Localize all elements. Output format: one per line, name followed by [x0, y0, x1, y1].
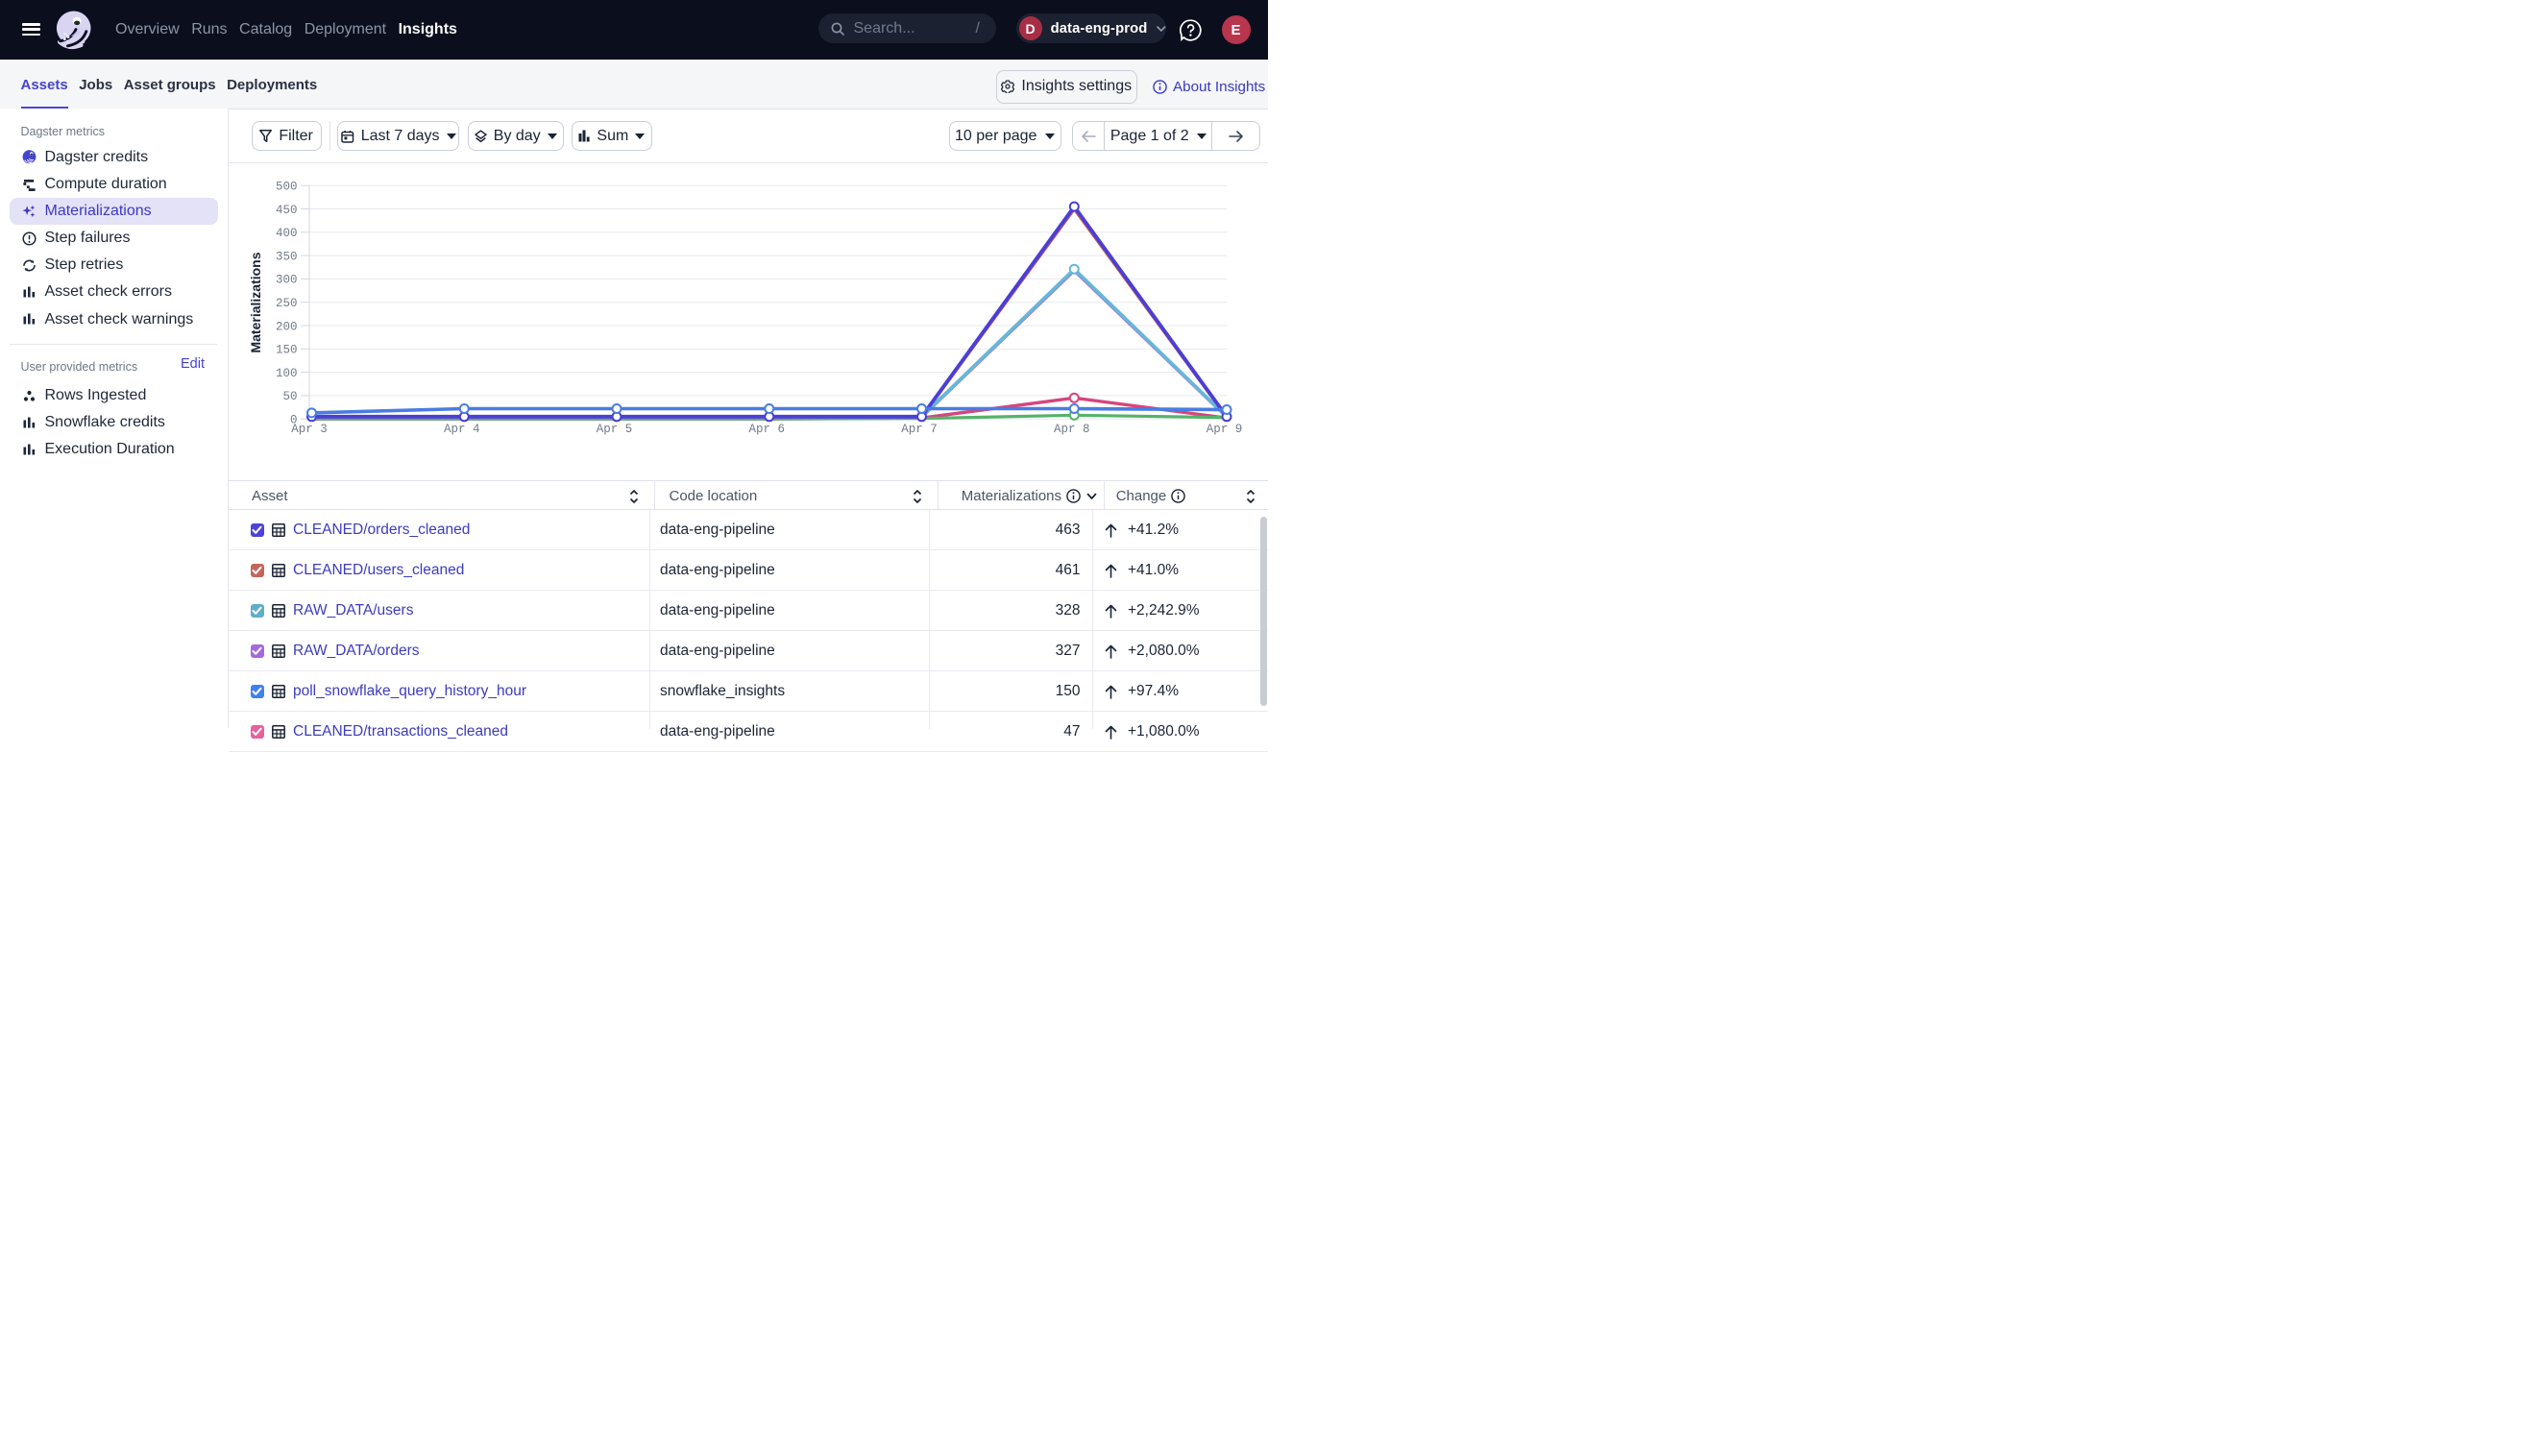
svg-text:300: 300 [276, 274, 298, 287]
svg-text:400: 400 [276, 227, 298, 240]
svg-text:250: 250 [276, 297, 298, 310]
svg-text:Apr 6: Apr 6 [749, 423, 786, 436]
svg-text:Apr 8: Apr 8 [1054, 423, 1090, 436]
svg-text:500: 500 [276, 181, 298, 194]
svg-text:200: 200 [276, 320, 298, 333]
svg-text:450: 450 [276, 204, 298, 217]
svg-text:Apr 7: Apr 7 [901, 423, 938, 436]
svg-text:Apr 9: Apr 9 [1207, 423, 1243, 436]
svg-text:350: 350 [276, 250, 298, 263]
svg-text:Apr 3: Apr 3 [291, 423, 328, 436]
svg-text:100: 100 [276, 367, 298, 380]
svg-text:150: 150 [276, 344, 298, 357]
svg-text:Apr 5: Apr 5 [597, 423, 633, 436]
svg-text:Materializations: Materializations [248, 252, 263, 352]
svg-text:Apr 4: Apr 4 [444, 423, 480, 436]
svg-text:50: 50 [282, 390, 297, 403]
